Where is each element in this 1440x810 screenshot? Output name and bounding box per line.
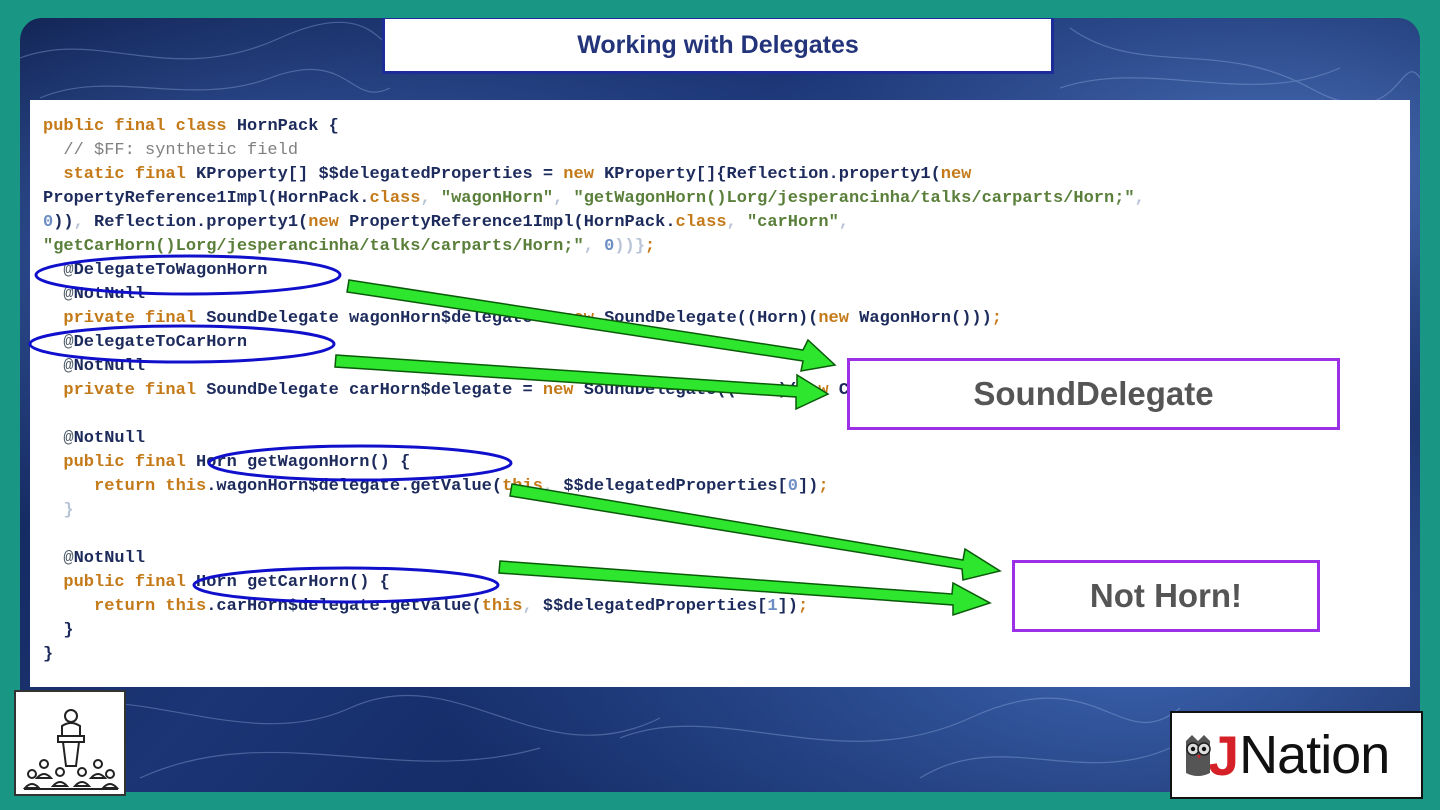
sound-delegate-label-box: SoundDelegate <box>847 358 1340 430</box>
jnation-logo: J Nation <box>1170 711 1423 799</box>
arrow-to-sound-delegate-1 <box>346 279 837 372</box>
annotation-ellipse-delegate-to-car-horn <box>28 324 336 364</box>
annotation-ellipse-get-car-horn <box>192 566 500 604</box>
annotation-ellipse-get-wagon-horn <box>207 444 513 482</box>
not-horn-label-box: Not Horn! <box>1012 560 1320 632</box>
jnation-logo-word: Nation <box>1239 725 1390 785</box>
annotation-ellipse-delegate-to-wagon-horn <box>34 254 342 296</box>
presenter-podium-icon <box>14 690 126 796</box>
arrow-to-not-horn-1 <box>509 483 1002 581</box>
sound-delegate-label: SoundDelegate <box>973 375 1214 412</box>
owl-icon <box>1186 735 1211 776</box>
not-horn-label: Not Horn! <box>1089 577 1243 614</box>
arrow-to-sound-delegate-2 <box>334 354 830 411</box>
arrow-to-not-horn-2 <box>498 560 992 617</box>
